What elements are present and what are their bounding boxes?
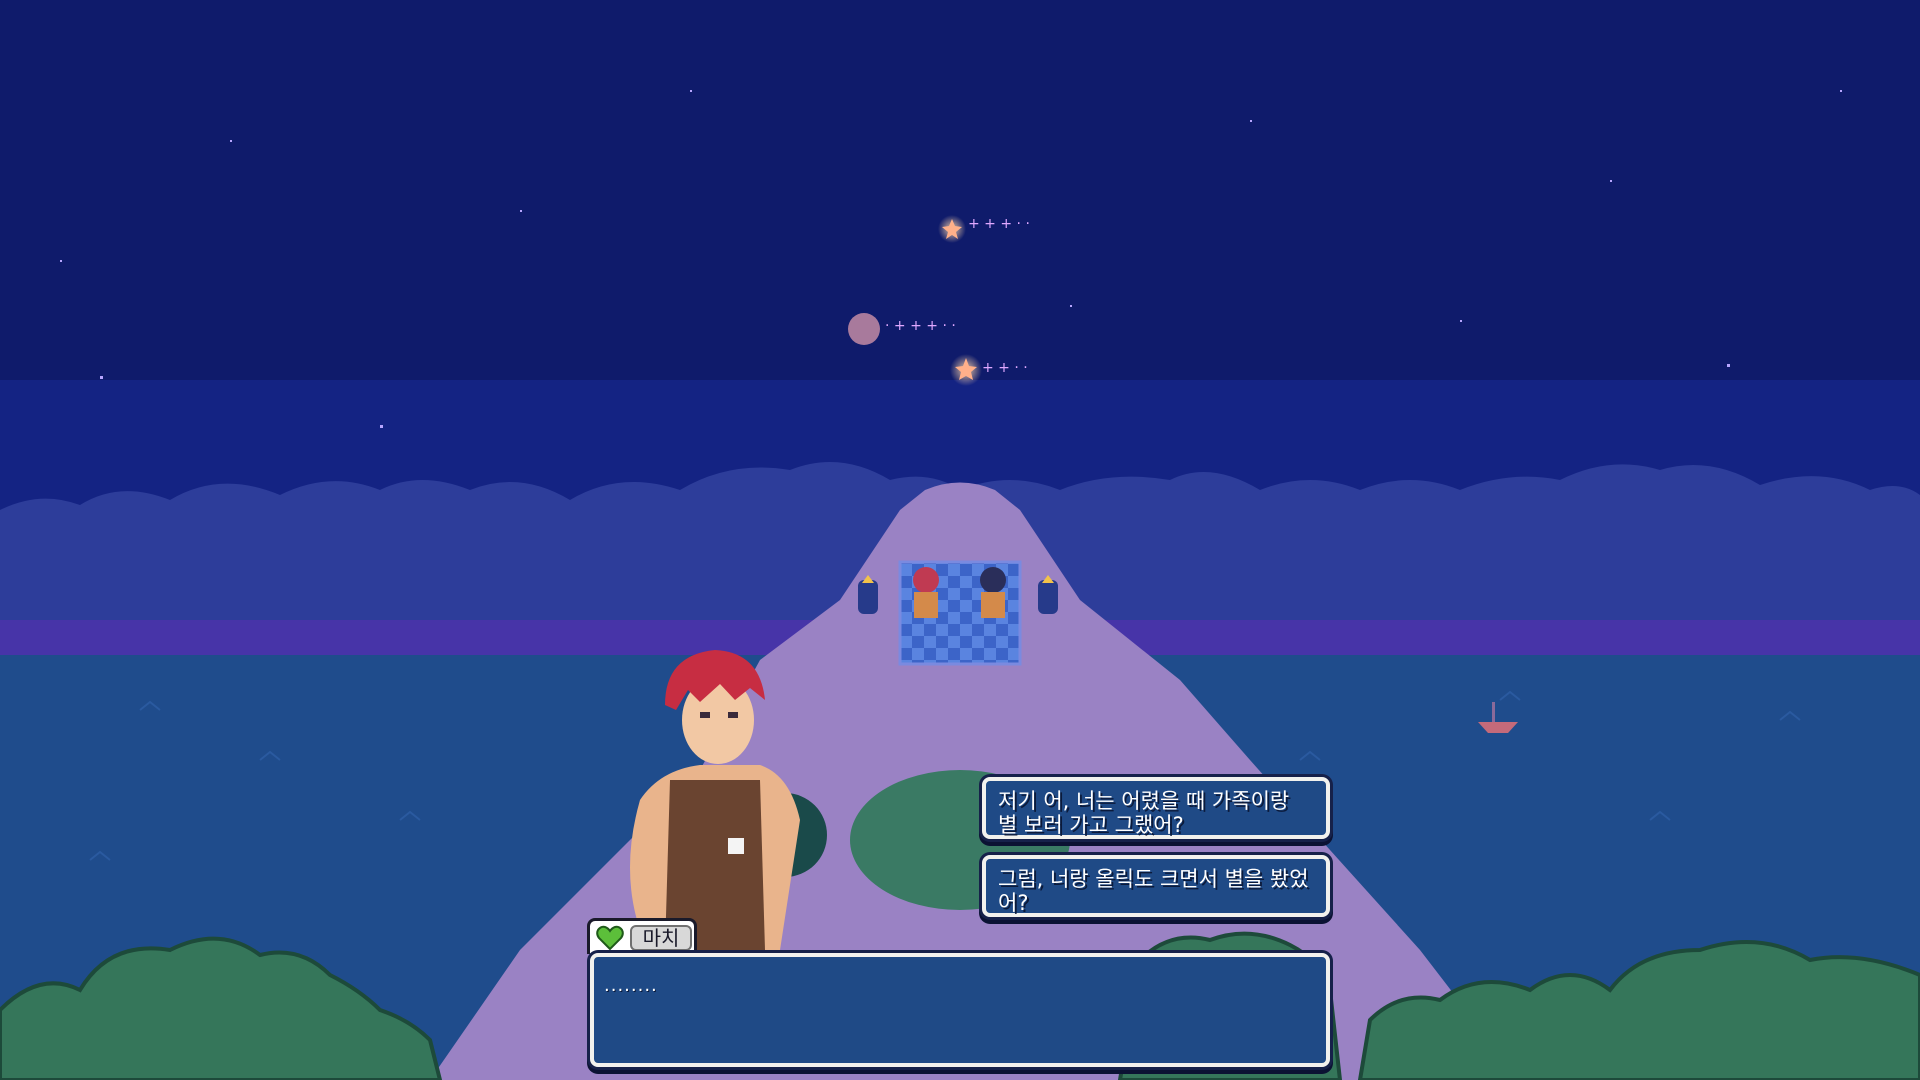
lantern-left xyxy=(858,575,878,614)
svg-text:+ + · ·: + + · · xyxy=(982,360,1028,376)
dialogue-choice-2[interactable]: 그럼, 너랑 올릭도 크면서 별을 봤었어? xyxy=(982,855,1330,917)
character-sitting-right xyxy=(980,567,1006,618)
speaker-nameplate: 마치 xyxy=(587,918,697,954)
lantern-right xyxy=(1038,575,1058,614)
choice-1-label: 저기 어, 너는 어렸을 때 가족이랑 별 보러 가고 그랬어? xyxy=(998,789,1290,837)
speaker-name: 마치 xyxy=(630,925,692,951)
dialogue-text: ........ xyxy=(604,975,658,996)
choice-2-label: 그럼, 너랑 올릭도 크면서 별을 봤었어? xyxy=(998,867,1309,915)
night-hill-scene: + + + · · · + + + · · + + · · xyxy=(0,0,1920,1080)
dialogue-choice-1[interactable]: 저기 어, 너는 어렸을 때 가족이랑 별 보러 가고 그랬어? xyxy=(982,777,1330,839)
svg-text:+ + + · ·: + + + · · xyxy=(968,216,1030,232)
heart-icon xyxy=(596,925,624,951)
dialogue-box[interactable]: ........ xyxy=(590,953,1330,1067)
character-sitting-left xyxy=(913,567,939,618)
svg-text:· + + + · ·: · + + + · · xyxy=(885,318,956,334)
